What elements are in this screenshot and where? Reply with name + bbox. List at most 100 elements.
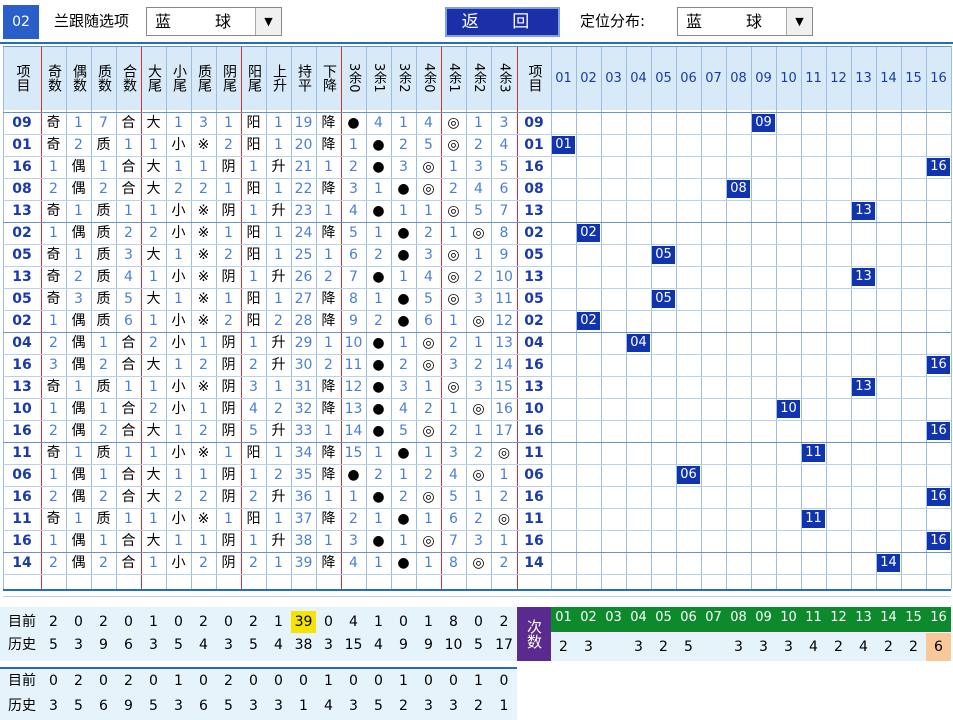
cell: 奇 — [46, 203, 61, 219]
cell: 1 — [399, 269, 408, 285]
cell: 5 — [349, 225, 358, 241]
dist-header: 14 — [876, 46, 901, 110]
history2-value: 9 — [124, 698, 133, 714]
dist-header: 04 — [626, 46, 651, 110]
cell: 1 — [124, 203, 133, 219]
cell: 2 — [349, 511, 358, 527]
cell: 2 — [399, 489, 408, 505]
number-box: 16 — [927, 356, 950, 374]
row-number: 14 — [524, 555, 544, 571]
cell: 3 — [474, 291, 483, 307]
row-number: 02 — [524, 313, 544, 329]
row-number: 13 — [524, 269, 544, 285]
times-value: 3 — [751, 633, 776, 661]
current-label: 目前 — [8, 614, 36, 630]
cell: 偶 — [71, 489, 86, 505]
dist-header: 02 — [576, 46, 601, 110]
row-number: 13 — [524, 379, 544, 395]
grid-line — [3, 310, 951, 311]
cell: ● — [397, 313, 410, 329]
number-box: 16 — [927, 532, 950, 550]
grid-line — [3, 178, 951, 179]
current-value: 2 — [49, 614, 58, 630]
cell: ● — [397, 445, 410, 461]
cell: 3 — [449, 445, 458, 461]
current2-value: 2 — [124, 673, 133, 689]
cell: 降 — [321, 511, 336, 527]
cell: 升 — [271, 533, 286, 549]
cell: 1 — [199, 335, 208, 351]
cell: 3 — [499, 115, 509, 131]
cell: ◎ — [447, 291, 460, 307]
cell: 大 — [146, 115, 161, 131]
times-header: 05 — [651, 607, 676, 632]
cell: 合 — [121, 357, 136, 373]
cell: ◎ — [422, 181, 435, 197]
current2-value: 1 — [174, 673, 183, 689]
cell: 偶 — [71, 533, 86, 549]
cell: 1 — [174, 467, 183, 483]
number-box: 13 — [852, 202, 875, 220]
number-box: 10 — [777, 400, 800, 418]
cell: 阳 — [246, 225, 261, 241]
cell: 4 — [424, 269, 433, 285]
cell: ※ — [197, 445, 210, 461]
cell: 1 — [424, 379, 433, 395]
col-header: 3余0 — [341, 46, 366, 110]
col-header: 小尾 — [166, 46, 191, 110]
cell: 偶 — [71, 335, 86, 351]
cell: 升 — [271, 423, 286, 439]
cell: 合 — [121, 181, 136, 197]
cell: 5 — [249, 423, 258, 439]
cell: 3 — [399, 379, 408, 395]
cell: 1 — [424, 511, 433, 527]
cell: 大 — [146, 291, 161, 307]
cell: 15 — [344, 445, 363, 461]
times-header: 13 — [851, 607, 876, 632]
cell: 2 — [449, 335, 458, 351]
history2-value: 3 — [174, 698, 183, 714]
row-number: 16 — [524, 489, 544, 505]
cell: 1 — [474, 115, 483, 131]
cell: ● — [397, 181, 410, 197]
grid-line — [3, 354, 951, 355]
grid-line — [3, 156, 951, 157]
history2-value: 2 — [474, 698, 483, 714]
number-box: 05 — [652, 290, 675, 308]
grid-line — [3, 332, 951, 333]
cell: 1 — [449, 313, 458, 329]
cell: 1 — [274, 225, 283, 241]
cell: 5 — [474, 203, 483, 219]
cell: 阳 — [246, 115, 261, 131]
cell: 降 — [321, 115, 336, 131]
cell: ● — [397, 291, 410, 307]
cell: 降 — [321, 445, 336, 461]
cell: 1 — [224, 445, 233, 461]
cell: 合 — [121, 489, 136, 505]
cell: 24 — [294, 225, 313, 241]
cell: 降 — [321, 137, 336, 153]
cell: 3 — [424, 247, 433, 263]
cell: 6 — [499, 181, 509, 197]
times-value — [601, 633, 626, 661]
times-header: 11 — [801, 607, 826, 632]
cell: 大 — [146, 247, 161, 263]
cell: 1 — [349, 489, 358, 505]
cell: 1 — [124, 137, 133, 153]
cell: 合 — [121, 533, 136, 549]
cell: ● — [372, 489, 385, 505]
cell: 小 — [171, 225, 186, 241]
cell: 1 — [249, 467, 258, 483]
times-value: 6 — [926, 633, 951, 661]
cell: 质 — [96, 225, 111, 241]
grid-line — [3, 134, 951, 135]
current2-value: 0 — [499, 673, 509, 689]
current2-value: 0 — [449, 673, 458, 689]
cell: 1 — [474, 335, 483, 351]
row-number: 10 — [524, 401, 544, 417]
cell: 1 — [474, 489, 483, 505]
dist-header: 01 — [551, 46, 576, 110]
cell: ● — [372, 137, 385, 153]
history2-value: 3 — [424, 698, 433, 714]
cell: ◎ — [472, 401, 485, 417]
